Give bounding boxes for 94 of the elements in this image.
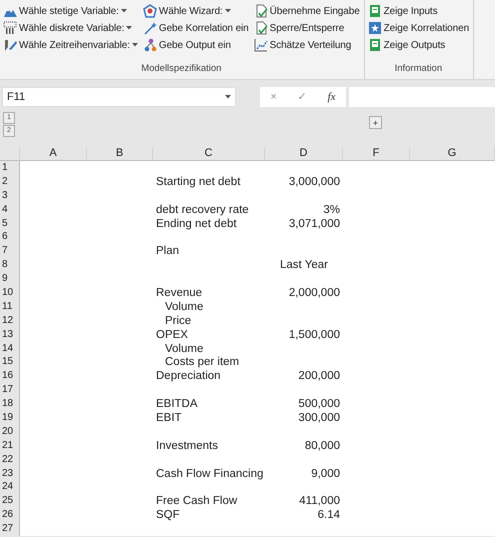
caret-icon — [224, 95, 231, 99]
ribbon-button[interactable]: Zeige Korrelationen — [366, 20, 470, 36]
table-cell-text: SQF — [155, 508, 181, 522]
table-cell-text: Last Year — [279, 258, 329, 272]
ribbon-button[interactable]: Wähle Wizard: — [142, 3, 250, 19]
row-header[interactable]: 23 — [0, 466, 20, 480]
document-check-icon — [254, 21, 268, 35]
row-header[interactable]: 24 — [0, 480, 20, 494]
column-header[interactable]: G — [410, 147, 495, 161]
table-cell-text: Plan — [155, 244, 180, 258]
row-header[interactable]: 5 — [0, 216, 20, 230]
table-cell-text: 6.14 — [316, 508, 341, 522]
chart-icon — [254, 38, 268, 52]
table-cell-text: 300,000 — [297, 411, 341, 425]
bars-icon — [3, 21, 17, 35]
row-header[interactable]: 3 — [0, 188, 20, 203]
row-header[interactable]: 10 — [0, 286, 20, 300]
table-cell-text: Starting net debt — [155, 174, 242, 189]
table-cell-text: Ending net debt — [155, 216, 238, 230]
row-header[interactable]: 15 — [0, 355, 20, 370]
table-cell-text: Costs per item — [164, 355, 240, 370]
formula-input[interactable] — [349, 87, 495, 107]
table-cell-text: Volume — [164, 342, 204, 356]
group-label: Modellspezifikation — [140, 62, 222, 76]
table-cell-text: Revenue — [155, 286, 204, 300]
row-header[interactable]: 7 — [0, 244, 20, 258]
table-cell-text: Volume — [164, 300, 204, 314]
row-header[interactable]: 11 — [0, 300, 20, 314]
row-header[interactable]: 13 — [0, 328, 20, 342]
function-button[interactable]: fx — [328, 88, 336, 106]
table-cell-text: 411,000 — [298, 494, 341, 508]
row-header[interactable]: 22 — [0, 452, 20, 467]
table-cell-text: Free Cash Flow — [155, 494, 238, 508]
row-header[interactable]: 8 — [0, 258, 20, 272]
row-header[interactable]: 25 — [0, 494, 20, 508]
column-header[interactable]: A — [20, 147, 87, 161]
ribbon-button[interactable]: Zeige Inputs — [366, 3, 470, 19]
select-all-corner[interactable] — [0, 147, 20, 161]
ribbon-button[interactable]: Wähle Zeitreihenvariable: — [2, 37, 139, 53]
table-cell-text: 3,000,000 — [288, 174, 341, 189]
group-label: Information — [394, 62, 444, 76]
table-cell-text: Price — [164, 314, 192, 328]
row-header[interactable]: 26 — [0, 508, 20, 522]
brush-icon — [3, 38, 17, 52]
table-cell-text: Depreciation — [155, 369, 222, 384]
ribbon-button[interactable]: Gebe Korrelation ein — [142, 20, 250, 36]
ribbon-button[interactable]: Übernehme Eingabe — [252, 3, 361, 19]
table-cell-text: OPEX — [155, 328, 189, 342]
ribbon-button[interactable]: Gebe Output ein — [142, 37, 250, 53]
table-cell-text: debt recovery rate — [155, 202, 250, 217]
wand-icon — [142, 21, 157, 35]
row-header[interactable]: 27 — [0, 522, 20, 536]
table-cell-text: 500,000 — [297, 397, 341, 412]
ribbon-button[interactable]: Sperre/Entsperre — [252, 20, 361, 36]
web-icon — [142, 4, 157, 18]
column-header[interactable]: C — [153, 147, 265, 161]
row-header[interactable]: 4 — [0, 202, 20, 217]
row-header[interactable]: 18 — [0, 397, 20, 412]
ribbon-button[interactable]: Wähle stetige Variable: — [2, 3, 139, 19]
table-cell-text: 3,071,000 — [288, 216, 341, 230]
row-header[interactable]: 14 — [0, 342, 20, 356]
row-header[interactable]: 16 — [0, 369, 20, 384]
table-cell-text: EBIT — [155, 411, 183, 425]
table-cell-text: 3% — [322, 202, 341, 217]
column-header[interactable]: B — [87, 147, 153, 161]
row-header[interactable]: 2 — [0, 174, 20, 189]
row-header[interactable]: 9 — [0, 272, 20, 286]
ribbon-button[interactable]: Schätze Verteilung — [252, 37, 361, 53]
column-header[interactable]: F — [343, 147, 410, 161]
row-header[interactable]: 21 — [0, 438, 20, 453]
row-header[interactable]: 1 — [0, 161, 20, 175]
column-header[interactable]: D — [265, 147, 343, 161]
ribbon-button[interactable]: Wähle diskrete Variable: — [2, 20, 139, 36]
document-check-icon — [254, 4, 268, 18]
row-header[interactable]: 17 — [0, 383, 20, 398]
row-header[interactable]: 19 — [0, 411, 20, 425]
star-icon — [368, 21, 382, 35]
ribbon-button[interactable]: Zeige Outputs — [366, 37, 470, 53]
table-cell-text: 9,000 — [310, 466, 341, 480]
book-icon — [368, 4, 382, 18]
table-cell-text: 1,500,000 — [288, 328, 341, 342]
expand-button[interactable]: + — [369, 116, 382, 129]
row-header[interactable]: 20 — [0, 424, 20, 439]
table-cell-text: 200,000 — [297, 369, 341, 384]
book-icon — [368, 38, 382, 52]
nodes-icon — [142, 38, 157, 52]
row-header[interactable]: 6 — [0, 230, 20, 244]
row-header[interactable]: 12 — [0, 314, 20, 328]
table-cell-text: Investments — [155, 438, 219, 453]
table-cell-text: 80,000 — [304, 438, 341, 453]
table-cell-text: 2,000,000 — [288, 286, 341, 300]
table-cell-text: Cash Flow Financing — [155, 466, 264, 480]
table-cell-text: EBITDA — [155, 397, 199, 412]
name-box[interactable]: F11 — [2, 87, 236, 107]
